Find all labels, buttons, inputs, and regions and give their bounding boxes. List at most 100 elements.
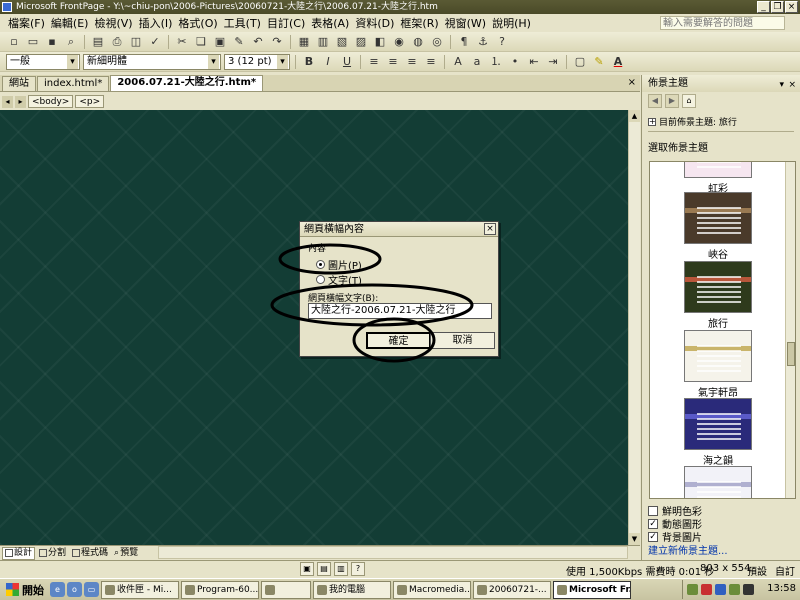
dialog-close-button[interactable]: × (484, 223, 496, 235)
task-pane-menu-icon[interactable]: ▾ (779, 77, 784, 94)
cut-icon[interactable]: ✂ (174, 34, 190, 50)
theme-list-scrollbar[interactable] (785, 162, 795, 498)
align-left-icon[interactable]: ≡ (366, 54, 382, 70)
numbering-icon[interactable]: ⒈ (488, 54, 504, 70)
redo-icon[interactable]: ↷ (269, 34, 285, 50)
theme-item-grand[interactable]: 氣宇軒昂 (650, 330, 786, 399)
editor-horizontal-scrollbar[interactable] (158, 546, 628, 559)
taskbar-button-frontpage[interactable]: Microsoft Fr... (553, 580, 631, 599)
taskbar-button-inbox[interactable]: 收件匣 - Mi... (101, 580, 179, 599)
desktop-quicklaunch-icon[interactable]: ▭ (84, 582, 99, 597)
minimize-button[interactable]: _ (757, 1, 770, 13)
font-select[interactable]: 新細明體 (83, 53, 221, 70)
banner-text-input[interactable]: 大陸之行-2006.07.21-大陸之行 (308, 303, 492, 319)
web-component-icon[interactable]: ▦ (296, 34, 312, 50)
frontpage-app-icon[interactable] (2, 2, 12, 12)
tag-p[interactable]: <p> (75, 95, 105, 108)
taskbar-button-program[interactable]: Program-60... (181, 580, 259, 599)
increase-indent-icon[interactable]: ⇥ (545, 54, 561, 70)
tag-body[interactable]: <body> (28, 95, 74, 108)
menu-data[interactable]: 資料(D) (355, 15, 394, 31)
tray-icon[interactable] (715, 584, 726, 595)
preview-icon[interactable]: ◫ (128, 34, 144, 50)
tray-icon[interactable] (743, 584, 754, 595)
menu-frames[interactable]: 框架(R) (400, 15, 438, 31)
save-icon[interactable]: ▪ (44, 34, 60, 50)
stop-icon[interactable]: ◎ (429, 34, 445, 50)
drawing-icon[interactable]: ◧ (372, 34, 388, 50)
start-button[interactable]: 開始 (2, 581, 48, 599)
justify-icon[interactable]: ≡ (423, 54, 439, 70)
expand-icon[interactable]: + (648, 117, 656, 126)
current-theme-row[interactable]: + 目前佈景主題: 旅行 (648, 115, 737, 128)
taskbar-button-macromedia[interactable]: Macromedia... (393, 580, 471, 599)
menu-file[interactable]: 檔案(F) (8, 15, 45, 31)
menu-view[interactable]: 檢視(V) (94, 15, 132, 31)
style-select[interactable]: 一般 (6, 53, 80, 70)
editor-vertical-scrollbar[interactable]: ▲ ▼ (628, 110, 640, 545)
open-folder-icon[interactable]: ▭ (25, 34, 41, 50)
search-icon[interactable]: ⌕ (63, 34, 79, 50)
ie-quicklaunch-icon[interactable]: e (50, 582, 65, 597)
theme-item-ocean[interactable]: 海之韻 (650, 398, 786, 467)
vivid-colors-checkbox[interactable] (648, 505, 658, 516)
theme-item-rainbow[interactable]: 虹彩 (650, 162, 786, 195)
tab-web-site[interactable]: 網站 (2, 76, 36, 91)
print-icon[interactable]: ⎙ (109, 34, 125, 50)
paste-icon[interactable]: ▣ (212, 34, 228, 50)
tray-icon[interactable] (687, 584, 698, 595)
anchor-icon[interactable]: ⚓ (475, 34, 491, 50)
tray-icon[interactable] (701, 584, 712, 595)
taskbar-button-folder[interactable]: 20060721-... (473, 580, 551, 599)
status-icon-4[interactable]: ? (351, 562, 365, 576)
help-question-box[interactable]: 輸入需要解答的問題 (660, 16, 785, 30)
underline-button[interactable]: U (339, 54, 355, 70)
menu-insert[interactable]: 插入(I) (139, 15, 173, 31)
scroll-down-icon[interactable]: ▼ (629, 533, 640, 545)
home-icon[interactable]: ⌂ (682, 94, 696, 108)
insert-table-icon[interactable]: ▥ (315, 34, 331, 50)
task-pane-close-icon[interactable]: × (788, 77, 796, 94)
menu-format[interactable]: 格式(O) (178, 15, 217, 31)
hyperlink-icon[interactable]: ◉ (391, 34, 407, 50)
refresh-icon[interactable]: ◍ (410, 34, 426, 50)
shrink-font-icon[interactable]: a (469, 54, 485, 70)
new-page-icon[interactable]: ▫ (6, 34, 22, 50)
tab-split-view[interactable]: 分割 (37, 547, 68, 560)
menu-help[interactable]: 說明(H) (492, 15, 531, 31)
help-icon[interactable]: ? (494, 34, 510, 50)
theme-item-travel[interactable]: 旅行 (650, 261, 786, 330)
tag-prev-icon[interactable]: ◂ (2, 95, 13, 108)
insert-layer-icon[interactable]: ▧ (334, 34, 350, 50)
forward-icon[interactable]: ▶ (665, 94, 679, 108)
theme-list-scroll-thumb[interactable] (787, 342, 795, 366)
restore-button[interactable]: ❐ (771, 1, 784, 13)
highlight-icon[interactable]: ✎ (591, 54, 607, 70)
text-radio-option[interactable]: 文字(T) (316, 272, 362, 287)
theme-item-canyon[interactable]: 峽谷 (650, 192, 786, 261)
menu-custom[interactable]: 目訂(C) (267, 15, 305, 31)
tray-icon[interactable] (729, 584, 740, 595)
tab-current-page[interactable]: 2006.07.21-大陸之行.htm* (110, 75, 264, 91)
cancel-button[interactable]: 取消 (430, 332, 495, 349)
undo-icon[interactable]: ↶ (250, 34, 266, 50)
outlook-quicklaunch-icon[interactable]: o (67, 582, 82, 597)
align-center-icon[interactable]: ≡ (385, 54, 401, 70)
bullets-icon[interactable]: • (507, 54, 523, 70)
taskbar-button-my-computer[interactable]: 我的電腦 (313, 580, 391, 599)
menu-table[interactable]: 表格(A) (311, 15, 349, 31)
grow-font-icon[interactable]: A (450, 54, 466, 70)
close-document-icon[interactable]: × (628, 77, 636, 88)
ok-button[interactable]: 確定 (366, 332, 431, 349)
status-icon-2[interactable]: ▤ (317, 562, 331, 576)
borders-icon[interactable]: ▢ (572, 54, 588, 70)
bold-button[interactable]: B (301, 54, 317, 70)
tab-preview[interactable]: ⌕ 預覽 (112, 547, 140, 560)
theme-item-next[interactable] (650, 466, 786, 498)
font-color-icon[interactable]: A (610, 54, 626, 70)
publish-icon[interactable]: ▤ (90, 34, 106, 50)
font-size-select[interactable]: 3 (12 pt) (224, 53, 290, 70)
create-new-theme-link[interactable]: 建立新佈景主題... (648, 542, 728, 557)
menu-window[interactable]: 視窗(W) (445, 15, 486, 31)
tab-design-view[interactable]: 設計 (2, 546, 36, 560)
